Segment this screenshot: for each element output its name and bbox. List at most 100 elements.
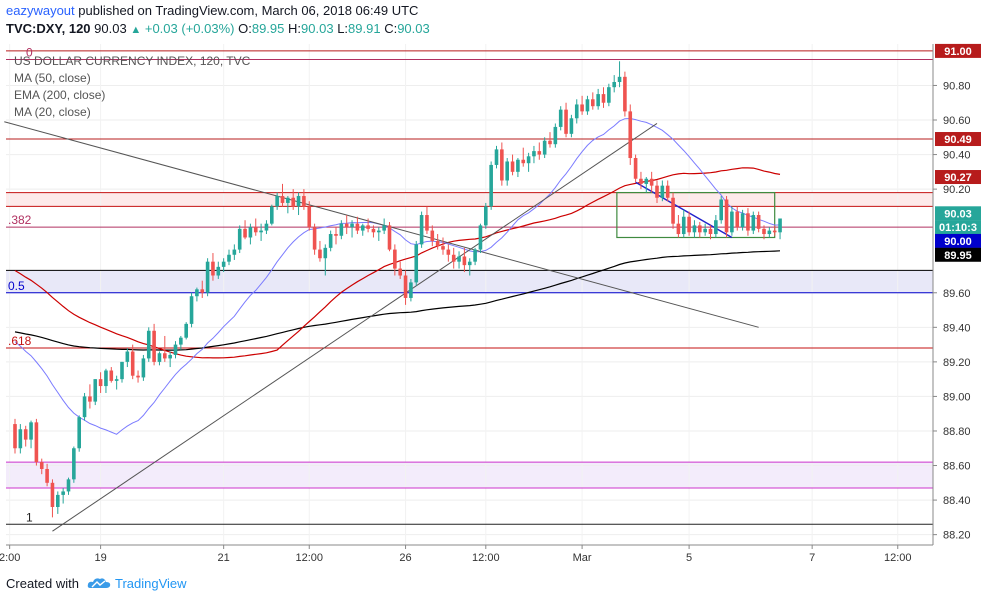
candle-body [735,211,740,228]
candle-body [542,140,547,155]
price-label: 90.27 [944,172,972,184]
fib-level-label: .618 [8,334,32,348]
candle-body [355,223,360,231]
price-label: 90.03 [944,208,972,220]
candle-body [184,323,188,338]
candle-body [216,266,221,276]
candle-body [607,87,611,103]
candle-body [457,256,461,262]
candle-body [296,196,301,207]
y-tick-label: 89.20 [943,357,971,369]
candle-body [746,213,750,231]
candle-body [591,99,595,107]
candle-body [18,429,23,449]
x-tick-label: 7 [809,552,815,564]
x-tick-label: 21 [218,552,230,564]
candle-body [344,223,349,228]
candle-body [152,330,156,362]
candle-body [526,156,531,164]
candle-body [334,234,338,236]
candle-body [772,230,777,233]
candle-body [500,149,504,181]
candle-body [195,289,199,297]
candle-body [323,247,328,259]
x-tick-label: 19 [94,552,106,564]
candle-body [88,396,92,402]
candle-body [141,358,146,378]
price-label: 91.00 [944,46,972,58]
candle-body [687,216,691,233]
candle-body [708,228,713,235]
candle-body [628,111,633,159]
candle-body [660,185,665,198]
x-tick-label: Mar [573,552,592,564]
fib-level-label: 1 [26,510,33,524]
candle-body [232,249,237,255]
candle-body [130,351,135,376]
candle-body [467,261,472,266]
candle-body [703,228,707,233]
candle-body [382,225,386,231]
candle-body [39,462,44,469]
candle-body [724,199,729,233]
y-tick-label: 90.80 [943,80,971,92]
candle-body [617,76,622,83]
candle-body [61,491,65,495]
candle-body [253,227,258,233]
candle-body [125,351,130,362]
candle-body [189,296,194,324]
price-label: 01:10:3 [939,222,977,234]
candle-body [377,230,381,233]
x-tick-label: 26 [399,552,411,564]
candle-body [612,82,616,88]
price-label: 90.49 [944,134,972,146]
candle-body [446,249,451,255]
x-tick-label: 12:00 [472,552,500,564]
candle-body [168,354,172,359]
candle-body [211,261,215,276]
candle-body [762,228,766,235]
price-chart[interactable]: US DOLLAR CURRENCY INDEX, 120, TVC MA (5… [0,0,981,575]
candle-body [136,375,140,378]
candle-body [34,422,39,463]
y-tick-label: 90.40 [943,150,971,162]
candle-body [532,151,536,157]
candle-body [494,149,499,165]
y-tick-label: 90.20 [943,184,971,196]
candle-body [66,479,71,492]
candle-body [393,249,397,269]
candle-body [56,494,60,507]
candle-body [756,215,761,229]
x-tick-label: 2:00 [0,552,20,564]
candle-body [767,230,772,235]
candle-body [623,76,627,112]
candle-body [146,330,151,359]
candle-body [280,196,285,203]
candle-body [120,361,124,380]
candle-body [489,164,493,207]
candle-body [414,244,419,283]
candle-body [243,228,247,238]
candle-body [425,215,429,231]
tradingview-brand[interactable]: TradingView [115,576,187,591]
candle-body [82,396,87,418]
candle-body [398,268,402,276]
candle-body [665,185,670,198]
candle-body [200,289,205,293]
candle-body [264,223,269,231]
candle-body [23,429,28,440]
candle-body [473,249,477,262]
candle-body [585,99,590,112]
candle-body [649,178,654,186]
candle-body [516,159,520,172]
candle-body [312,227,317,250]
chart-screenshot: eazywayout published on TradingView.com,… [0,0,981,602]
candle-body [307,206,312,228]
candle-body [441,246,445,250]
candle-body [179,337,183,345]
y-tick-label: 88.60 [943,461,971,473]
candle-body [350,223,354,228]
candle-body [730,211,734,233]
candle-body [403,275,408,298]
candle-body [633,158,638,179]
